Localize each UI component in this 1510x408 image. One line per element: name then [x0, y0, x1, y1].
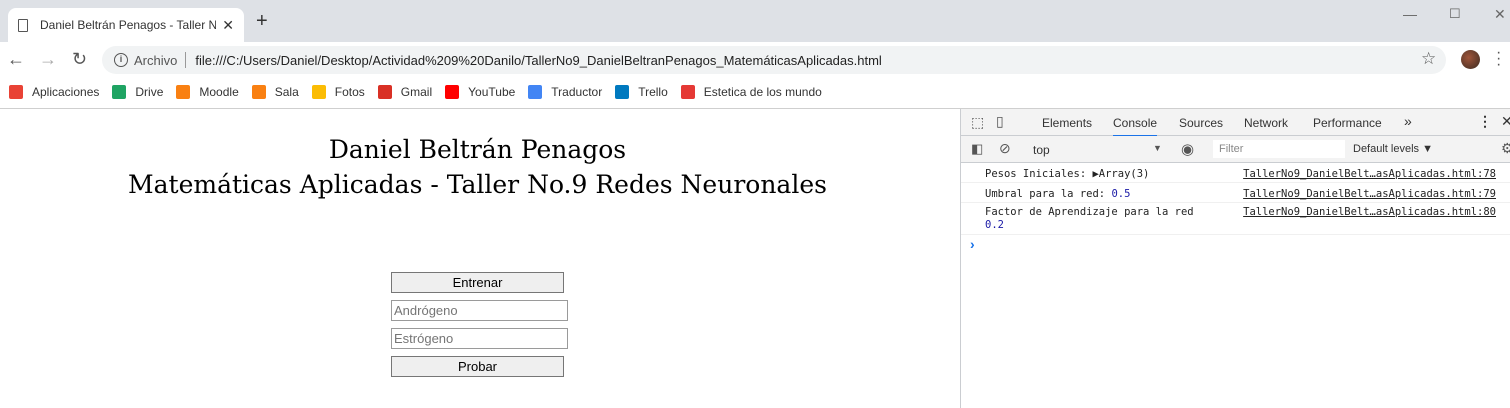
log-levels-dropdown[interactable]: Default levels ▼ [1353, 143, 1433, 155]
tab-network[interactable]: Network [1244, 116, 1288, 130]
console-filter-input[interactable]: Filter [1213, 140, 1345, 158]
console-line: Pesos Iniciales: ▶Array(3) TallerNo9_Dan… [961, 163, 1510, 183]
page-title: Daniel Beltrán Penagos [328, 135, 627, 164]
url-separator [185, 52, 187, 68]
trello-icon [615, 85, 630, 99]
browser-menu-icon[interactable]: · · · [1496, 45, 1501, 73]
bookmarks-bar: Aplicaciones Drive Moodle Sala Fotos Gmail You… [0, 78, 1510, 106]
translate-icon [528, 85, 543, 99]
console-prompt-line[interactable]: › [961, 235, 1510, 255]
target-icon [680, 85, 695, 99]
bookmark-label: Fotos [334, 85, 365, 99]
eye-icon[interactable]: ◉ [1181, 140, 1194, 158]
estrogen-input[interactable]: Estrógeno [391, 328, 568, 349]
sidebar-toggle-icon[interactable]: ◧ [971, 141, 983, 157]
page-content: Daniel Beltrán Penagos Matemáticas Aplic… [0, 109, 960, 408]
tab-sources[interactable]: Sources [1179, 116, 1223, 130]
console-source-link[interactable]: TallerNo9_DanielBelt…asAplicadas.html:78 [1243, 168, 1496, 180]
maximize-icon[interactable]: ☐ [1449, 6, 1461, 22]
bookmark-item[interactable]: Aplicaciones [9, 85, 99, 99]
tab-console[interactable]: Console [1113, 116, 1158, 137]
bookmark-item[interactable]: Sala [251, 85, 299, 99]
bookmark-label: Trello [638, 85, 668, 99]
devtools-menu-icon[interactable]: ⋮ [1478, 113, 1492, 130]
bookmark-label: Aplicaciones [32, 85, 100, 99]
info-icon[interactable]: i [114, 53, 128, 67]
devtools-close-icon[interactable]: ✕ [1501, 113, 1510, 130]
bookmark-item[interactable]: YouTube [445, 85, 515, 99]
tab-title: Daniel Beltrán Penagos - Taller N [40, 18, 216, 32]
array-expander[interactable]: ▶Array(3) [1092, 168, 1149, 180]
console-toolbar: ◧ ⊘ top ▼ ◉ Filter Default levels ▼ ⚙ [961, 136, 1510, 163]
bookmark-item[interactable]: Fotos [311, 85, 365, 99]
bookmark-label: Gmail [400, 85, 433, 99]
bookmark-label: Traductor [551, 85, 603, 99]
androgen-input[interactable]: Andrógeno [391, 300, 568, 321]
bookmark-label: Estetica de los mundo [703, 85, 822, 99]
close-tab-icon[interactable]: ✕ [222, 17, 234, 34]
tab-elements[interactable]: Elements [1042, 116, 1092, 130]
new-tab-button[interactable]: + [256, 11, 268, 31]
context-selector[interactable]: top [1033, 143, 1050, 157]
apps-grid-icon [9, 85, 23, 99]
bookmark-item[interactable]: Gmail [377, 85, 433, 99]
document-icon [18, 18, 28, 32]
tab-strip: Daniel Beltrán Penagos - Taller N ✕ + — … [0, 0, 1510, 42]
gmail-icon [377, 85, 392, 99]
bookmark-item[interactable]: Drive [112, 85, 163, 99]
devtools-tabbar: ⬚ ▯ Elements Console Sources Network Per… [961, 109, 1510, 137]
back-button[interactable]: ← [7, 50, 25, 68]
inspect-icon[interactable]: ⬚ [971, 114, 984, 131]
bookmark-item[interactable]: Estetica de los mundo [680, 85, 822, 99]
devtools-panel: ⬚ ▯ Elements Console Sources Network Per… [960, 109, 1510, 408]
device-toolbar-icon[interactable]: ▯ [996, 113, 1004, 130]
address-bar[interactable]: i Archivo file:///C:/Users/Daniel/Deskto… [102, 46, 1446, 74]
url-security-label: Archivo [134, 52, 178, 68]
bookmark-label: YouTube [468, 85, 516, 99]
bookmark-label: Sala [274, 85, 299, 99]
console-line: Factor de Aprendizaje para la red 0.2 Ta… [961, 203, 1510, 235]
more-tabs-icon[interactable]: » [1404, 113, 1412, 129]
page-subtitle: Matemáticas Aplicadas - Taller No.9 Rede… [128, 170, 827, 199]
minimize-icon[interactable]: — [1403, 6, 1417, 22]
url-text[interactable]: file:///C:/Users/Daniel/Desktop/Activida… [195, 53, 881, 68]
bookmark-item[interactable]: Trello [615, 85, 668, 99]
browser-tab[interactable]: Daniel Beltrán Penagos - Taller N ✕ [8, 8, 244, 42]
drive-icon [112, 85, 127, 99]
window-close-icon[interactable]: ✕ [1494, 6, 1506, 23]
console-source-link[interactable]: TallerNo9_DanielBelt…asAplicadas.html:80 [1243, 206, 1496, 218]
reload-button[interactable]: ↻ [72, 50, 87, 68]
console-source-link[interactable]: TallerNo9_DanielBelt…asAplicadas.html:79 [1243, 188, 1496, 200]
console-prompt: › [970, 236, 975, 252]
console-line: Umbral para la red: 0.5 TallerNo9_Daniel… [961, 183, 1510, 203]
forward-button[interactable]: → [39, 50, 57, 68]
test-button[interactable]: Probar [391, 356, 564, 377]
clear-console-icon[interactable]: ⊘ [999, 140, 1011, 157]
console-message: Factor de Aprendizaje para la red [985, 206, 1194, 218]
bookmark-item[interactable]: Moodle [176, 85, 239, 99]
bookmark-label: Moodle [199, 85, 239, 99]
console-message: Umbral para la red: [985, 188, 1112, 200]
moodle-icon [251, 85, 266, 99]
train-button[interactable]: Entrenar [391, 272, 564, 293]
gear-icon[interactable]: ⚙ [1501, 140, 1510, 157]
bookmark-item[interactable]: Traductor [528, 85, 602, 99]
photos-icon [311, 85, 326, 99]
console-message: Pesos Iniciales: [985, 168, 1093, 180]
console-value: 0.5 [1111, 188, 1131, 200]
bookmark-label: Drive [135, 85, 164, 99]
youtube-icon [445, 85, 460, 99]
moodle-icon [176, 85, 191, 99]
chevron-down-icon[interactable]: ▼ [1153, 143, 1162, 153]
tab-performance[interactable]: Performance [1313, 116, 1382, 130]
console-value: 0.2 [985, 219, 1004, 231]
bookmark-star-icon[interactable]: ☆ [1421, 49, 1436, 69]
avatar[interactable] [1461, 50, 1480, 69]
